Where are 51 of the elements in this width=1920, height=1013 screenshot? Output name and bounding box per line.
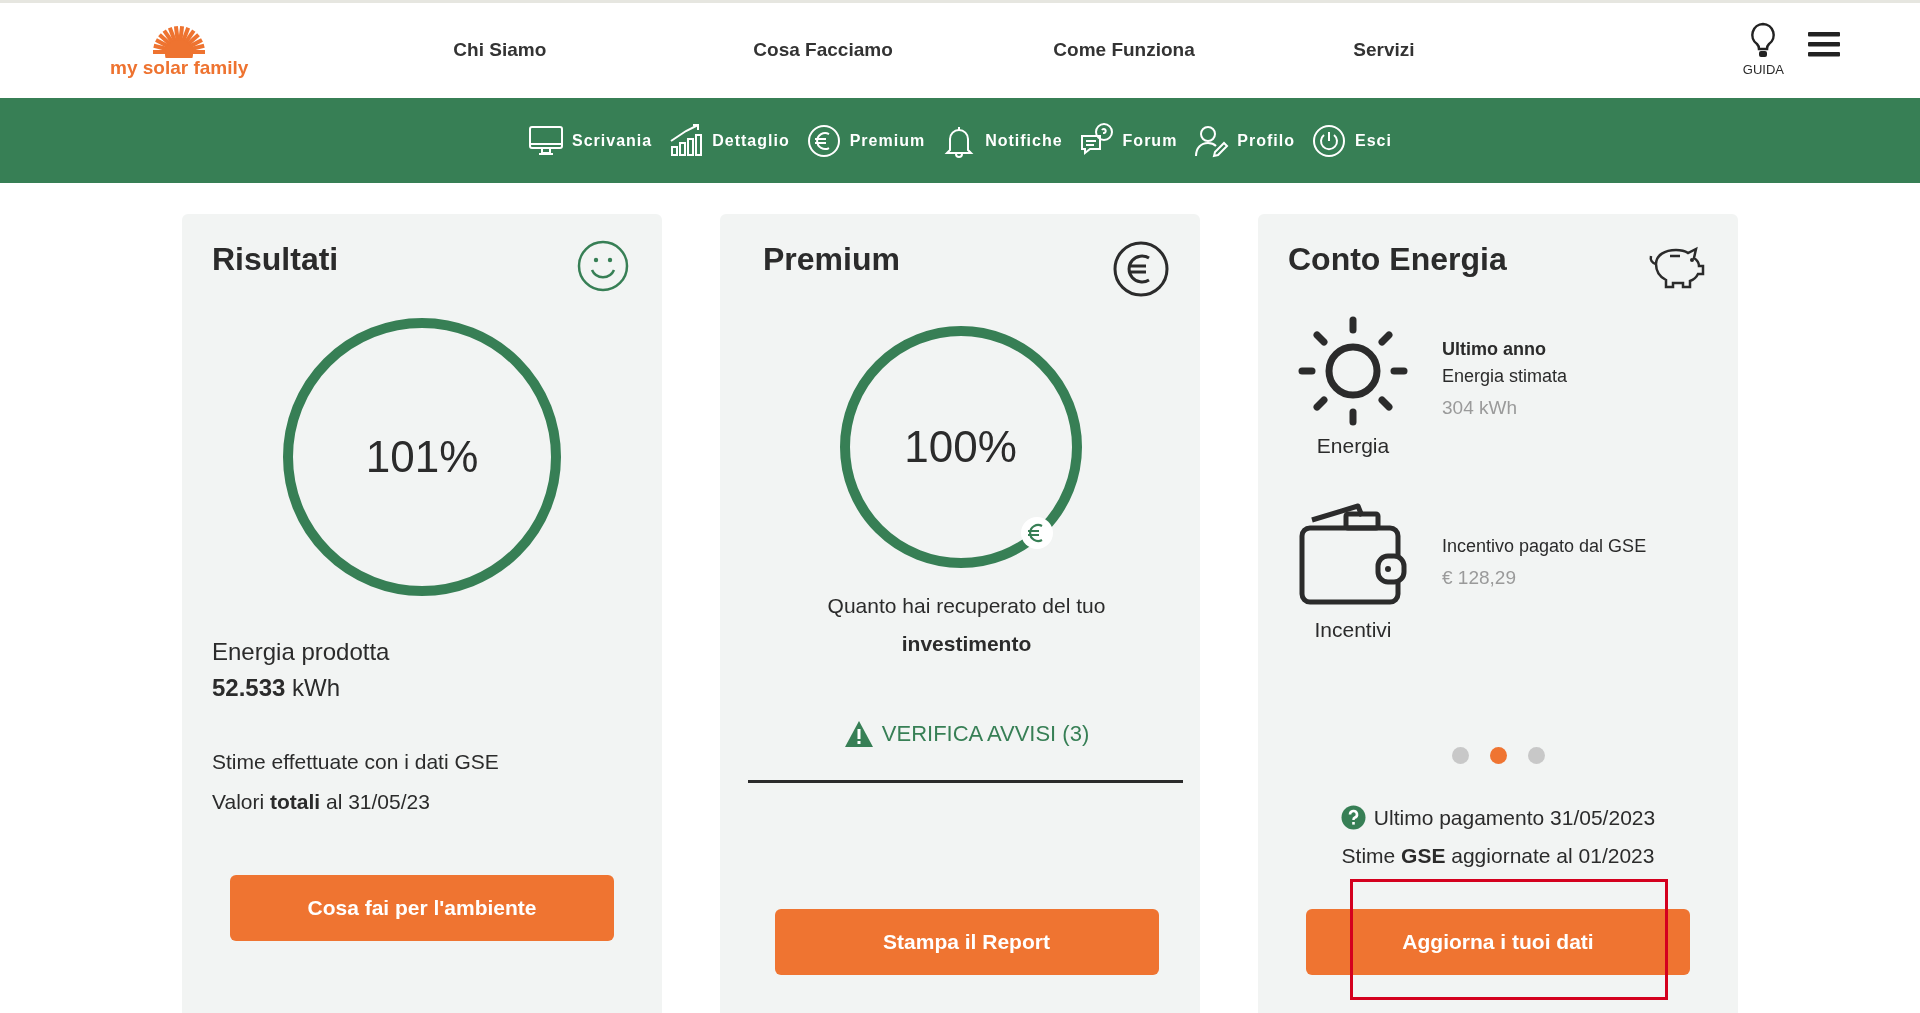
menu-icon <box>1808 29 1840 58</box>
logo-text[interactable]: my solar family <box>110 58 249 77</box>
toolbar-link[interactable]: Scrivania <box>528 122 653 159</box>
totals-note: Valori totali al 31/05/23 <box>212 788 431 815</box>
estimate-note: Stime effettuate con i dati GSE <box>212 749 500 775</box>
lightbulb-icon <box>1750 21 1777 60</box>
stat-heading: Ultimo anno <box>1442 337 1547 361</box>
toolbar-link[interactable]: Forum <box>1078 122 1178 159</box>
bar-chart-icon <box>668 122 705 159</box>
toolbar-link[interactable]: Premium <box>805 122 926 159</box>
caption-text: Quanto hai recuperato del tuo <box>826 593 1107 619</box>
toolbar-link[interactable]: Esci <box>1311 122 1392 159</box>
payment-text: Ultimo pagamento 31/05/2023 <box>1373 805 1656 831</box>
stat-label: Incentivo pagato dal GSE <box>1442 534 1647 558</box>
euro-circle-icon <box>1112 240 1170 298</box>
card-title: Risultati <box>212 240 339 279</box>
energy-value: 52.533 kWh <box>212 673 342 703</box>
card-title: Premium <box>763 240 900 279</box>
warning-icon <box>843 719 874 748</box>
action-button[interactable]: Aggiorna i tuoi dati <box>1306 909 1690 975</box>
carousel-dot[interactable] <box>1527 747 1545 764</box>
icon-caption: Incentivi <box>1314 616 1392 643</box>
euro-icon <box>805 122 842 159</box>
toolbar-link[interactable]: Notifiche <box>941 122 1063 159</box>
stat-label: Energia stimata <box>1442 364 1568 388</box>
nav-link[interactable]: Cosa Facciamo <box>753 36 1054 65</box>
guide-label[interactable]: GUIDA <box>1742 59 1784 80</box>
help-icon <box>1340 805 1366 831</box>
action-button[interactable]: Cosa fai per l'ambiente <box>230 875 614 941</box>
percentage-label: 100% <box>904 421 1017 473</box>
percentage-label: 101% <box>365 431 479 483</box>
caption-emphasis: investimento <box>900 630 1033 657</box>
action-button[interactable]: Stampa il Report <box>774 909 1159 975</box>
carousel-dot[interactable] <box>1489 747 1507 764</box>
toolbar-link[interactable]: Profilo <box>1193 122 1296 159</box>
nav-link[interactable]: Come Funziona <box>1053 36 1354 65</box>
icon-caption: Energia <box>1316 433 1390 459</box>
toolbar-link[interactable]: Dettaglio <box>668 122 790 159</box>
euro-badge-icon <box>1019 515 1054 550</box>
power-icon <box>1311 122 1348 159</box>
stat-value: 304 kWh <box>1442 395 1518 420</box>
energy-label: Energia prodotta <box>212 637 391 667</box>
card-title: Conto Energia <box>1288 240 1507 279</box>
carousel-dot[interactable] <box>1451 747 1469 764</box>
sun-icon <box>1298 316 1408 426</box>
update-text: Stime GSE aggiornate al 01/2023 <box>1340 842 1656 869</box>
nav-link[interactable]: Servizi <box>1353 36 1464 65</box>
smiley-icon <box>577 240 629 292</box>
warning-link[interactable]: VERIFICA AVVISI (3) <box>843 717 1090 750</box>
stat-value: € 128,29 <box>1442 565 1517 590</box>
nav-link[interactable]: Chi Siamo <box>453 36 754 65</box>
